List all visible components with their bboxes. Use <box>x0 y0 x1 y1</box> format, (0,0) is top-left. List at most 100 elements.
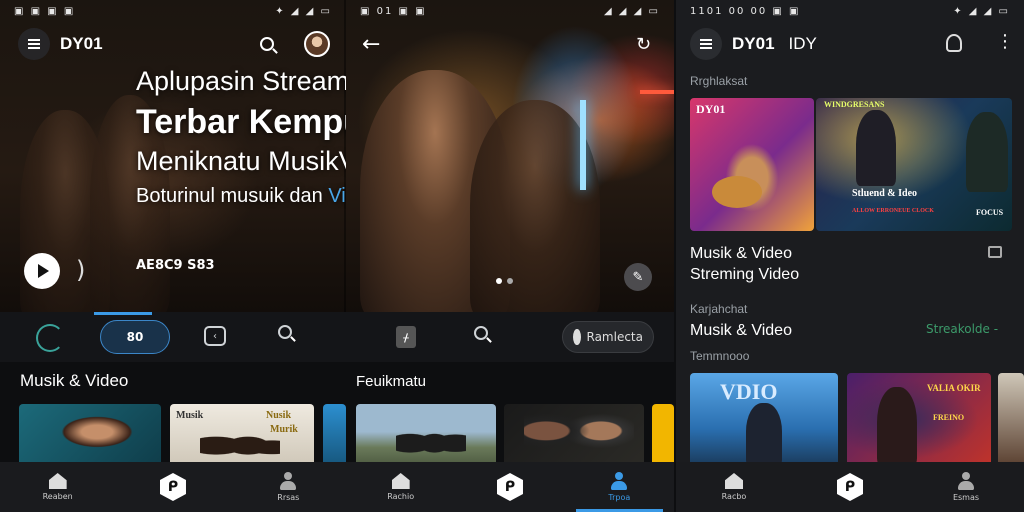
status-bar: ▣ 01 ▣ ▣ ◢ ◢ ◢ ▭ <box>346 0 674 22</box>
status-left-icons: 1101 00 00 ▣ ▣ <box>690 5 801 17</box>
featured-caption: DY01 <box>696 102 726 116</box>
share-button[interactable]: ✎ <box>624 263 652 291</box>
search-icon <box>474 326 488 340</box>
thumbnail-people <box>396 428 466 466</box>
screen-player: ▣ 01 ▣ ▣ ◢ ◢ ◢ ▭ ← ↻ ✎ ᚋ Ramlecta Feuikm… <box>346 0 674 512</box>
top-bar: DY01 <box>18 26 103 62</box>
tab-filter[interactable]: Ramlecta <box>562 321 654 353</box>
hero-line-4-accent: Video <box>328 185 346 207</box>
carousel-dot[interactable] <box>496 278 502 284</box>
nav-home[interactable]: Reaben <box>0 462 115 512</box>
thumbnail-people <box>524 412 634 466</box>
video-thumbnail[interactable] <box>504 404 644 466</box>
video-thumbnail[interactable]: VDIO <box>690 373 838 466</box>
screen-browse: 1101 00 00 ▣ ▣ ✦ ◢ ◢ ▭ DY01 IDY ⋮ Rrghla… <box>676 0 1024 512</box>
hero-line-1: Aplupasin Streaming Video Videon <box>136 66 346 96</box>
video-thumbnail[interactable]: Musik Nusik Murik <box>170 404 314 466</box>
featured-title-line-2: Streming Video <box>690 266 800 283</box>
featured-badge: FOCUS <box>976 208 1004 217</box>
nav-home[interactable]: Rachio <box>346 462 455 512</box>
nav-logo[interactable]: ᑭ <box>115 462 230 512</box>
featured-caption: ALLOW ERRONEUE CLOCK <box>852 208 934 214</box>
person-icon <box>279 472 297 490</box>
play-button[interactable] <box>24 253 60 289</box>
thumbnail-caption: Nusik <box>266 410 292 421</box>
nav-profile[interactable]: Rrsas <box>231 462 346 512</box>
status-right-icons: ✦ ◢ ◢ ▭ <box>953 5 1010 17</box>
tab-filter-label: Ramlecta <box>586 330 644 344</box>
profile-button[interactable] <box>946 34 962 52</box>
hero-line-4-text: Boturinul musuik dan <box>136 185 329 207</box>
tab-active[interactable]: 80 <box>100 320 170 354</box>
more-options-button[interactable]: ⋮ <box>996 32 1014 52</box>
status-left-icons: ▣ ▣ ▣ ▣ <box>14 5 76 17</box>
hero-code: AE8C9 S83 <box>136 258 215 273</box>
section-label: Rrghlaksat <box>690 74 748 88</box>
status-bar: ▣ ▣ ▣ ▣ ✦ ◢ ◢ ▭ <box>0 0 346 22</box>
hero-headline: Terbar Kempur <box>136 103 346 141</box>
tab-explore[interactable] <box>278 325 292 339</box>
featured-thumbnail[interactable]: DY01 <box>690 98 814 231</box>
tab-chat[interactable]: ‹ <box>204 326 226 346</box>
nav-profile[interactable]: Trpoa <box>565 462 674 512</box>
featured-caption: Stluend & Ideo <box>852 188 918 199</box>
app-title: DY01 <box>60 34 103 53</box>
menu-icon <box>700 39 712 49</box>
nav-logo[interactable]: ᑭ <box>792 462 908 512</box>
nav-home[interactable]: Racbo <box>676 462 792 512</box>
featured-title-line-1: Musik & Video <box>690 245 792 262</box>
hero-line-4: Boturinul musuik dan Video <box>136 185 346 208</box>
menu-icon <box>28 39 40 49</box>
video-thumbnail[interactable] <box>19 404 161 466</box>
section-link[interactable]: Streakolde - <box>926 322 998 336</box>
person-icon <box>946 34 962 52</box>
video-thumbnail[interactable] <box>652 404 674 466</box>
more-vertical-icon: ⋮ <box>996 31 1014 52</box>
hero-text: Aplupasin Streaming Video Videon Terbar … <box>136 66 346 208</box>
video-thumbnail[interactable] <box>998 373 1024 466</box>
avatar[interactable] <box>304 31 330 57</box>
person-icon <box>957 472 975 490</box>
thumbnail-caption: VDIO <box>720 379 778 404</box>
active-tab-indicator <box>94 312 152 315</box>
nav-profile[interactable]: Esmas <box>908 462 1024 512</box>
video-thumbnail[interactable] <box>323 404 346 466</box>
back-button[interactable]: ← <box>362 26 380 62</box>
thumbnail-caption: FREINO <box>933 413 965 422</box>
nav-label: Rachio <box>387 492 415 501</box>
next-arrow-icon[interactable]: ) <box>76 256 85 284</box>
carousel-dots <box>496 278 513 284</box>
nav-logo[interactable]: ᑭ <box>455 462 564 512</box>
category-tabs: ᚋ Ramlecta <box>346 312 674 362</box>
menu-button[interactable] <box>18 28 50 60</box>
tab-library[interactable]: ᚋ <box>396 326 416 348</box>
hexagon-logo-icon: ᑭ <box>496 473 523 501</box>
section-label: Karjahchat <box>690 302 748 316</box>
hexagon-logo-icon: ᑭ <box>159 473 186 501</box>
home-icon <box>725 473 743 489</box>
video-thumbnail[interactable]: VALIA OKIR FREINO <box>847 373 991 466</box>
nav-label: Trpoa <box>608 493 631 502</box>
compass-icon <box>573 329 581 345</box>
carousel-dot[interactable] <box>507 278 513 284</box>
refresh-button[interactable]: ↻ <box>636 26 651 62</box>
featured-thumbnail[interactable]: WINDGRESANS Stluend & Ideo ALLOW ERRONEU… <box>816 98 1012 231</box>
video-thumbnail[interactable] <box>356 404 496 466</box>
person-icon <box>610 472 628 490</box>
nav-label: Esmas <box>952 493 980 502</box>
tab-search[interactable] <box>474 326 488 340</box>
home-icon <box>48 473 67 489</box>
featured-title: Musik & Video Streming Video <box>690 243 799 285</box>
cast-button[interactable] <box>988 246 1002 258</box>
app-title: DY01 <box>732 34 775 53</box>
status-left-icons: ▣ 01 ▣ ▣ <box>360 5 427 17</box>
category-tabs: 80 ‹ <box>0 312 346 362</box>
hero-line-3: Meniknatu MusikVideoi <box>136 146 346 176</box>
thumbnail-people <box>200 432 280 466</box>
search-button[interactable] <box>260 26 274 62</box>
featured-caption: WINDGRESANS <box>824 100 885 109</box>
tab-discover[interactable] <box>36 324 64 352</box>
status-right-icons: ✦ ◢ ◢ ▭ <box>275 5 332 17</box>
bottom-nav: Racbo ᑭ Esmas <box>676 462 1024 512</box>
menu-button[interactable] <box>690 28 722 60</box>
